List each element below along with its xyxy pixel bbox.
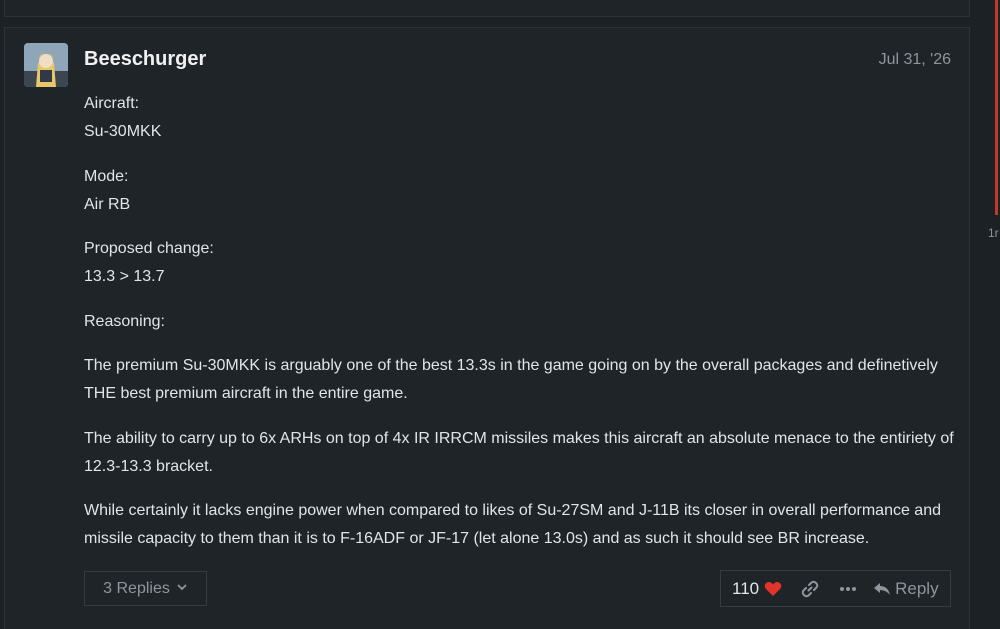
replies-label: 3 Replies (103, 579, 170, 597)
username[interactable]: Beeschurger (84, 48, 206, 71)
paragraph-body-3: While certainly it lacks engine power wh… (84, 502, 941, 547)
chevron-down-icon (176, 580, 188, 598)
forum-post: Beeschurger Jul 31, '26 Aircraft: Su-30M… (4, 27, 970, 629)
reply-label: Reply (895, 578, 939, 598)
show-replies-button[interactable]: 3 Replies (84, 571, 207, 606)
avatar[interactable] (24, 43, 68, 87)
like-count[interactable]: 110 (732, 579, 759, 599)
ellipsis-icon[interactable] (839, 586, 857, 592)
previous-post-edge (4, 0, 970, 17)
post-actions: 110 Reply (720, 570, 951, 607)
post-date[interactable]: Jul 31, '26 (879, 51, 951, 69)
reply-button[interactable]: Reply (873, 578, 939, 599)
paragraph-reasoning: Reasoning: (84, 312, 165, 330)
reply-arrow-icon (873, 582, 891, 596)
paragraph-body-2: The ability to carry up to 6x ARHs on to… (84, 429, 954, 475)
post-content: Aircraft: Su-30MKK Mode: Air RB Proposed… (84, 90, 954, 570)
paragraph-body-1: The premium Su-30MKK is arguably one of … (84, 357, 938, 402)
link-icon[interactable] (801, 580, 819, 598)
paragraph-proposed-change: Proposed change: 13.3 > 13.7 (84, 240, 214, 285)
timeline-progress-bar[interactable] (995, 0, 998, 215)
paragraph-aircraft: Aircraft: Su-30MKK (84, 95, 162, 140)
timeline-label: 1r (988, 226, 999, 240)
paragraph-mode: Mode: Air RB (84, 167, 131, 213)
heart-icon[interactable] (764, 581, 782, 597)
